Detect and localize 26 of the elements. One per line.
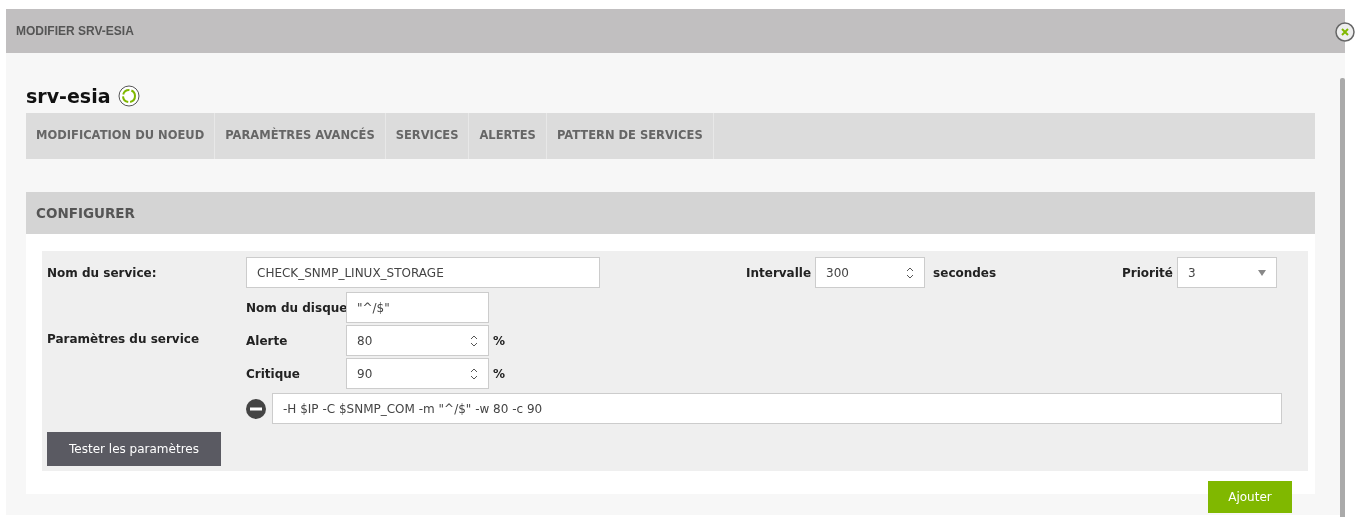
- unit-label: %: [493, 332, 506, 350]
- command-field[interactable]: -H $IP -C $SNMP_COM -m "^/$" -w 80 -c 90: [272, 393, 1282, 424]
- modal-title: MODIFIER SRV-ESIA: [16, 23, 134, 40]
- tab[interactable]: PARAMÈTRES AVANCÉS: [215, 113, 386, 159]
- field-label: Intervalle: [746, 264, 812, 282]
- field-label: Nom du disque: [246, 299, 346, 317]
- section-title: CONFIGURER: [36, 203, 135, 223]
- tab[interactable]: SERVICES: [385, 113, 470, 159]
- service-name-field[interactable]: CHECK_SNMP_LINUX_STORAGE: [246, 257, 600, 288]
- field-label: Alerte: [246, 332, 289, 350]
- unit-label: secondes: [933, 264, 997, 282]
- field-label: Paramètres du service: [47, 331, 200, 348]
- interval-field[interactable]: 300: [815, 257, 926, 288]
- field-label: Priorité: [1122, 264, 1173, 282]
- field-label: Nom du service:: [47, 265, 157, 280]
- priority-select[interactable]: 3: [1177, 257, 1277, 288]
- param-field[interactable]: 80: [346, 325, 489, 356]
- tab[interactable]: MODIFICATION DU NOEUD: [26, 113, 216, 159]
- tab[interactable]: PATTERN DE SERVICES: [546, 113, 714, 159]
- tab[interactable]: ALERTES: [469, 113, 547, 159]
- param-field[interactable]: "^/$": [346, 292, 489, 323]
- test-button[interactable]: Tester les paramètres: [47, 432, 221, 466]
- field-label: Critique: [246, 365, 301, 383]
- unit-label: %: [493, 365, 506, 383]
- node-name: srv-esia: [26, 83, 111, 109]
- param-field[interactable]: 90: [346, 358, 489, 389]
